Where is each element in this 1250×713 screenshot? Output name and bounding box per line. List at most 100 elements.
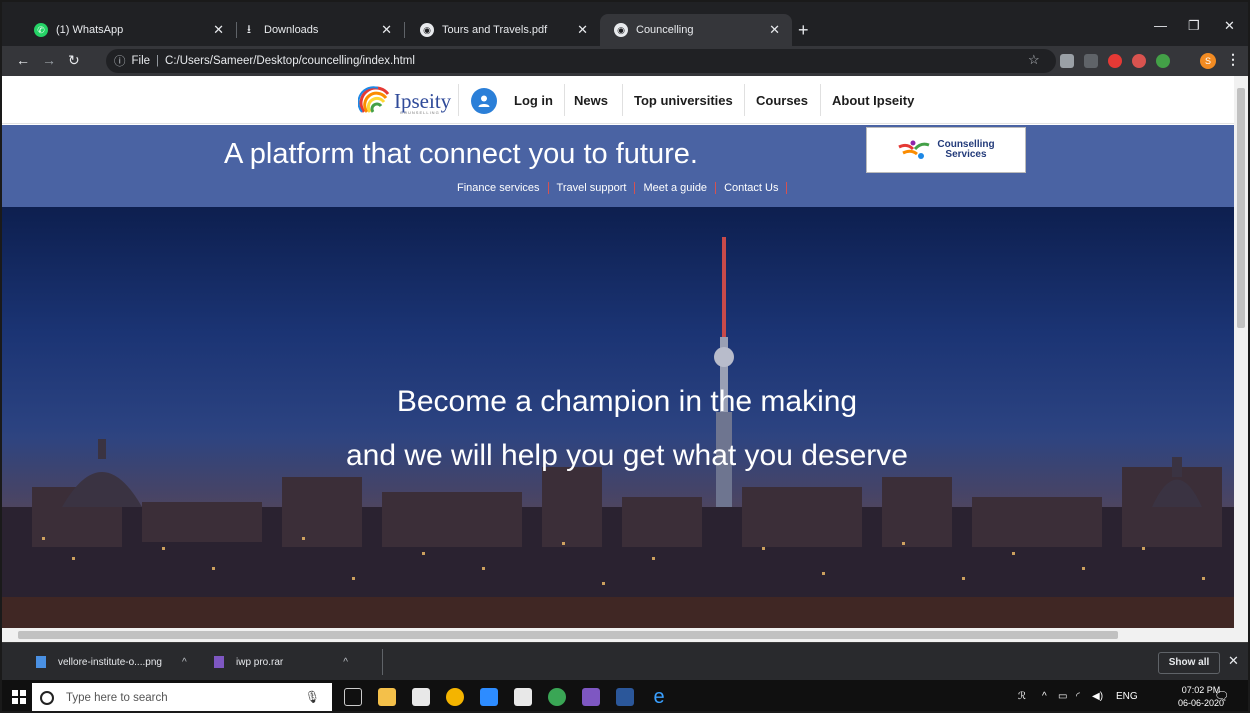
- notification-icon[interactable]: 🗨: [1214, 689, 1229, 703]
- new-tab-button[interactable]: +: [798, 20, 809, 41]
- url-text: C:/Users/Sameer/Desktop/councelling/inde…: [165, 55, 415, 67]
- close-tab-icon[interactable]: ✕: [381, 22, 392, 38]
- show-all-button[interactable]: Show all: [1158, 652, 1220, 674]
- tab-label: Tours and Travels.pdf: [442, 24, 548, 36]
- chevron-up-icon[interactable]: ^: [182, 657, 187, 668]
- cortana-icon: [40, 690, 54, 705]
- hero-banner: Become a champion in the making and we w…: [2, 207, 1234, 628]
- vertical-scrollbar[interactable]: [1234, 76, 1248, 628]
- windows-taskbar: Type here to search 🎙 e ℛ ^ ▭ ◜ ◀) ENG 0…: [2, 680, 1248, 711]
- extension-icon[interactable]: [1060, 54, 1074, 68]
- scrollbar-thumb[interactable]: [18, 631, 1118, 639]
- nav-divider: [622, 84, 623, 116]
- scheme-label: File: [131, 55, 151, 67]
- chevron-up-icon[interactable]: ^: [343, 657, 348, 668]
- task-view-icon[interactable]: [344, 688, 362, 706]
- tab-label: (1) WhatsApp: [56, 24, 124, 36]
- nav-courses-link[interactable]: Courses: [756, 93, 808, 108]
- volume-icon[interactable]: ◀): [1092, 691, 1103, 702]
- wifi-icon[interactable]: ◜: [1076, 691, 1080, 702]
- close-tab-icon[interactable]: ✕: [213, 22, 224, 38]
- whatsapp-icon: ✆: [34, 23, 48, 37]
- battery-icon[interactable]: ▭: [1058, 691, 1067, 702]
- search-placeholder: Type here to search: [66, 691, 168, 704]
- tagline-band: A platform that connect you to future. F…: [2, 125, 1234, 207]
- nav-top-universities-link[interactable]: Top universities: [634, 93, 733, 108]
- extension-icon[interactable]: [1132, 54, 1146, 68]
- teamviewer-icon[interactable]: [480, 688, 498, 706]
- subnav-contact-us[interactable]: Contact Us: [716, 182, 788, 194]
- address-bar[interactable]: ⓘ File | C:/Users/Sameer/Desktop/councel…: [106, 49, 1056, 73]
- tab-councelling[interactable]: ◉ Councelling ✕: [600, 14, 792, 46]
- hero-heading-line2: and we will help you get what you deserv…: [345, 439, 908, 472]
- scrollbar-thumb[interactable]: [1237, 88, 1245, 328]
- tagline: A platform that connect you to future.: [224, 138, 698, 170]
- globe-icon: ◉: [614, 23, 628, 37]
- tab-whatsapp[interactable]: ✆ (1) WhatsApp ✕: [20, 14, 237, 46]
- microphone-icon[interactable]: 🎙: [305, 690, 320, 704]
- globe-icon: ◉: [420, 23, 434, 37]
- address-separator: |: [156, 55, 160, 67]
- user-icon[interactable]: [471, 88, 497, 114]
- chrome-icon[interactable]: [446, 688, 464, 706]
- site-logo[interactable]: Ipseity COUNSELLING: [358, 82, 451, 116]
- horizontal-scrollbar[interactable]: [2, 628, 1248, 642]
- nav-divider: [564, 84, 565, 116]
- tab-label: Downloads: [264, 24, 319, 36]
- subnav-travel-support[interactable]: Travel support: [549, 182, 636, 194]
- taskbar-search-box[interactable]: Type here to search 🎙: [32, 683, 332, 711]
- nav-news-link[interactable]: News: [574, 93, 608, 108]
- edge-icon[interactable]: e: [650, 687, 668, 707]
- extension-icon[interactable]: [1084, 54, 1098, 68]
- close-tab-icon[interactable]: ✕: [577, 22, 588, 38]
- download-icon: ⭳: [246, 21, 252, 36]
- browser-menu-icon[interactable]: ⋮: [1226, 51, 1240, 68]
- subnav-finance-services[interactable]: Finance services: [457, 182, 549, 194]
- nav-divider: [458, 84, 459, 116]
- download-item[interactable]: vellore-institute-o....png ^: [36, 643, 187, 681]
- nav-divider: [820, 84, 821, 116]
- tab-label: Councelling: [636, 24, 694, 36]
- minimize-icon[interactable]: —: [1154, 18, 1167, 33]
- restore-icon[interactable]: ❐: [1188, 18, 1200, 34]
- close-window-icon[interactable]: ✕: [1224, 18, 1235, 34]
- extension-icon[interactable]: [1108, 54, 1122, 68]
- info-icon[interactable]: ⓘ: [114, 53, 126, 69]
- logo-subtext: COUNSELLING: [400, 110, 440, 115]
- counselling-figures-icon: [898, 140, 930, 159]
- screen: ✆ (1) WhatsApp ✕ ⭳ Downloads ✕ ◉ Tours a…: [0, 0, 1250, 713]
- close-shelf-icon[interactable]: ✕: [1228, 653, 1239, 669]
- chevron-up-icon[interactable]: ^: [1042, 691, 1047, 702]
- browser-tab-strip: ✆ (1) WhatsApp ✕ ⭳ Downloads ✕ ◉ Tours a…: [2, 2, 1248, 46]
- close-tab-icon[interactable]: ✕: [769, 22, 780, 38]
- image-file-icon: [36, 656, 46, 668]
- back-icon[interactable]: ←: [16, 52, 30, 68]
- tab-downloads[interactable]: ⭳ Downloads ✕: [228, 14, 405, 46]
- shelf-divider: [382, 649, 383, 675]
- app-icon[interactable]: [548, 688, 566, 706]
- bookmark-star-icon[interactable]: ☆: [1028, 52, 1040, 68]
- nav-login-link[interactable]: Log in: [514, 93, 553, 108]
- store-icon[interactable]: [412, 688, 430, 706]
- counselling-services-logo: Counselling Services: [866, 127, 1026, 173]
- tab-tours-and-travels[interactable]: ◉ Tours and Travels.pdf ✕: [406, 14, 600, 46]
- reload-icon[interactable]: ↻: [68, 52, 80, 69]
- nav-about-link[interactable]: About Ipseity: [832, 93, 914, 108]
- file-explorer-icon[interactable]: [378, 688, 396, 706]
- sub-navigation: Finance services Travel support Meet a g…: [457, 182, 788, 194]
- profile-avatar[interactable]: S: [1200, 53, 1216, 69]
- logo-mark-icon: [358, 86, 390, 113]
- people-icon[interactable]: ℛ: [1018, 691, 1026, 702]
- extension-icon[interactable]: [1156, 54, 1170, 68]
- document-icon[interactable]: [514, 688, 532, 706]
- forward-icon[interactable]: →: [42, 52, 56, 68]
- rar-archive-icon: [214, 656, 224, 668]
- winrar-icon[interactable]: [582, 688, 600, 706]
- nav-divider: [744, 84, 745, 116]
- download-item[interactable]: iwp pro.rar ^: [214, 643, 348, 681]
- hero-heading-line1: Become a champion in the making: [396, 385, 858, 418]
- windows-start-icon[interactable]: [12, 690, 26, 704]
- subnav-meet-a-guide[interactable]: Meet a guide: [635, 182, 717, 194]
- word-icon[interactable]: [616, 688, 634, 706]
- language-indicator[interactable]: ENG: [1116, 691, 1138, 702]
